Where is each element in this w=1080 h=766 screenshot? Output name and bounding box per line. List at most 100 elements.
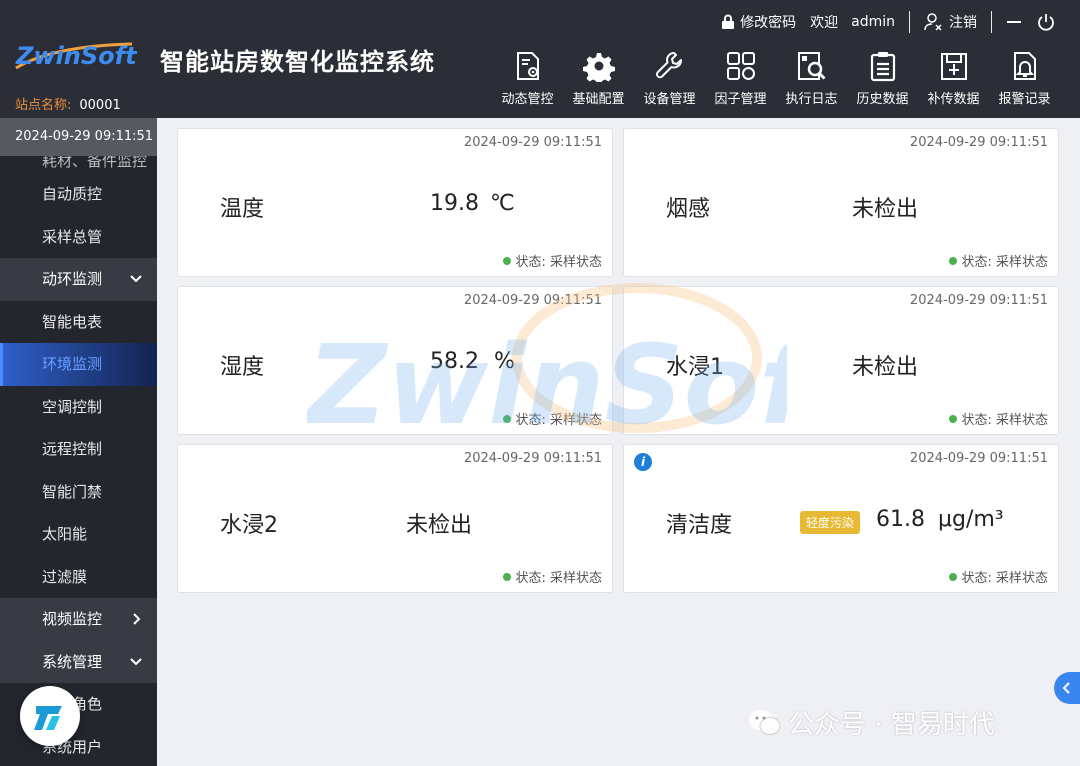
nav-label: 动态管控 bbox=[501, 92, 554, 107]
logout-label: 注销 bbox=[949, 15, 977, 31]
nav-alarm-records[interactable]: 报警记录 bbox=[989, 50, 1060, 107]
nav-history-data[interactable]: 历史数据 bbox=[847, 50, 918, 107]
change-password-link[interactable]: 修改密码 bbox=[721, 12, 796, 32]
card-status-label: 状态: 采样状态 bbox=[515, 255, 602, 270]
card-status-label: 状态: 采样状态 bbox=[515, 413, 602, 428]
card-timestamp: 2024-09-29 09:11:51 bbox=[463, 451, 602, 466]
sidebar-item-label: 耗材、备件监控 bbox=[42, 156, 148, 170]
divider bbox=[909, 11, 910, 33]
chevron-left-icon bbox=[1062, 682, 1070, 694]
status-dot bbox=[949, 256, 958, 265]
card-value: 未检出 bbox=[852, 355, 919, 380]
sensor-card-water-leak-2: 2024-09-29 09:11:51 水浸2 未检出 状态: 采样状态 bbox=[177, 444, 613, 593]
sidebar-item-environment[interactable]: 环境监测 bbox=[0, 343, 157, 386]
sensor-card-smoke: 2024-09-29 09:11:51 烟感 未检出 状态: 采样状态 bbox=[623, 128, 1059, 277]
nav-basic-config[interactable]: 基础配置 bbox=[563, 50, 634, 107]
log-search-icon bbox=[797, 52, 826, 80]
card-status-label: 状态: 采样状态 bbox=[961, 571, 1048, 586]
card-status-label: 状态: 采样状态 bbox=[961, 255, 1048, 270]
sidebar-item-ac-control[interactable]: 空调控制 bbox=[0, 386, 157, 429]
change-password-label: 修改密码 bbox=[740, 15, 797, 31]
sidebar-item-smart-meter[interactable]: 智能电表 bbox=[0, 301, 157, 344]
minimize-button[interactable] bbox=[1006, 14, 1022, 30]
upload-data-icon bbox=[940, 53, 967, 80]
power-button[interactable] bbox=[1036, 12, 1056, 32]
card-status: 状态: 采样状态 bbox=[503, 567, 602, 586]
pollution-level-badge: 轻度污染 bbox=[800, 511, 861, 534]
sidebar-item-label: 空调控制 bbox=[42, 397, 103, 416]
status-dot bbox=[949, 572, 958, 581]
nav-label: 补传数据 bbox=[927, 92, 980, 107]
card-sensor-name: 水浸1 bbox=[666, 355, 724, 380]
nav-device-management[interactable]: 设备管理 bbox=[634, 50, 705, 107]
card-sensor-name: 湿度 bbox=[220, 355, 265, 380]
sidebar-item-label: 动环监测 bbox=[42, 270, 103, 288]
card-unit: % bbox=[494, 349, 515, 374]
minimize-icon bbox=[1007, 21, 1021, 23]
nav-label: 因子管理 bbox=[714, 92, 767, 107]
status-dot bbox=[503, 572, 512, 581]
card-value: 61.8 bbox=[876, 507, 925, 532]
sidebar-item-consumables[interactable]: 耗材、备件监控 bbox=[0, 156, 157, 173]
site-label: 站点名称: bbox=[15, 98, 72, 113]
sidebar-item-label: 智能门禁 bbox=[42, 482, 103, 501]
system-title: 智能站房数智化监控系统 bbox=[160, 48, 435, 76]
sidebar-item-label: 采样总管 bbox=[42, 227, 103, 246]
power-icon bbox=[1038, 14, 1054, 31]
alarm-bell-icon bbox=[1013, 52, 1036, 80]
wechat-icon bbox=[749, 709, 781, 735]
status-dot bbox=[503, 256, 512, 265]
card-sensor-name: 清洁度 bbox=[666, 513, 733, 538]
nav-label: 执行日志 bbox=[785, 92, 838, 107]
card-value: 未检出 bbox=[406, 513, 473, 538]
sidebar-item-label: 系统管理 bbox=[42, 652, 103, 671]
card-timestamp: 2024-09-29 09:11:51 bbox=[463, 293, 602, 308]
sidebar-item-remote-control[interactable]: 远程控制 bbox=[0, 428, 157, 471]
sidebar-item-sampling-main[interactable]: 采样总管 bbox=[0, 216, 157, 259]
sensor-card-humidity: 2024-09-29 09:11:51 湿度 58.2 % 状态: 采样状态 bbox=[177, 286, 613, 435]
card-sensor-name: 烟感 bbox=[666, 197, 711, 222]
sidebar-item-label: 环境监测 bbox=[42, 355, 103, 373]
sidebar-item-filter-membrane[interactable]: 过滤膜 bbox=[0, 556, 157, 599]
nav-factor-management[interactable]: 因子管理 bbox=[705, 50, 776, 107]
top-nav: 动态管控 基础配置 设备管理 因子管理 执行日志 历史数据 补传数据 报警记录 bbox=[492, 50, 1060, 107]
user-logout-icon bbox=[924, 13, 942, 31]
sidebar-item-auto-qc[interactable]: 自动质控 bbox=[0, 173, 157, 216]
site-value: 00001 bbox=[79, 98, 121, 113]
sensor-card-cleanliness: i 2024-09-29 09:11:51 清洁度 轻度污染 61.8 μg/m… bbox=[623, 444, 1059, 593]
wechat-caption-text: 公众号 · 智易时代 bbox=[788, 710, 995, 740]
sidebar-item-label: 太阳能 bbox=[42, 525, 88, 543]
zwinsoft-logo: ZwinSoft bbox=[15, 42, 138, 70]
info-icon[interactable]: i bbox=[634, 453, 652, 471]
welcome-user: 欢迎 admin bbox=[810, 12, 895, 32]
sensor-card-temperature: 2024-09-29 09:11:51 温度 19.8 ℃ 状态: 采样状态 bbox=[177, 128, 613, 277]
card-status: 状态: 采样状态 bbox=[949, 567, 1048, 586]
chevron-down-icon bbox=[130, 657, 142, 665]
logout-button[interactable]: 注销 bbox=[924, 12, 977, 32]
card-timestamp: 2024-09-29 09:11:51 bbox=[909, 135, 1048, 150]
nav-label: 设备管理 bbox=[643, 92, 696, 107]
dynamic-control-icon bbox=[516, 52, 539, 80]
sidebar-group-video[interactable]: 视频监控 bbox=[0, 598, 157, 641]
nav-resend-data[interactable]: 补传数据 bbox=[918, 50, 989, 107]
nav-execution-log[interactable]: 执行日志 bbox=[776, 50, 847, 107]
sidebar-item-label: 视频监控 bbox=[42, 610, 103, 628]
floating-app-button[interactable] bbox=[20, 686, 80, 746]
card-value: 未检出 bbox=[852, 197, 919, 222]
chevron-down-icon bbox=[130, 275, 142, 283]
sidebar-item-label: 自动质控 bbox=[42, 185, 103, 203]
sidebar-item-solar[interactable]: 太阳能 bbox=[0, 513, 157, 556]
top-bar: 修改密码 欢迎 admin 注销 bbox=[721, 8, 1056, 36]
wrench-icon bbox=[655, 52, 682, 79]
nav-dynamic-control[interactable]: 动态管控 bbox=[492, 50, 563, 107]
card-status: 状态: 采样状态 bbox=[503, 409, 602, 428]
card-timestamp: 2024-09-29 09:11:51 bbox=[463, 135, 602, 150]
app-logo-icon bbox=[34, 706, 62, 730]
collapse-panel-button[interactable] bbox=[1054, 672, 1080, 704]
sidebar-group-env-monitoring[interactable]: 动环监测 bbox=[0, 258, 157, 301]
sidebar-group-system[interactable]: 系统管理 bbox=[0, 640, 157, 683]
sidebar-item-access-control[interactable]: 智能门禁 bbox=[0, 471, 157, 514]
gear-icon bbox=[582, 53, 615, 82]
card-sensor-name: 水浸2 bbox=[220, 513, 278, 538]
card-timestamp: 2024-09-29 09:11:51 bbox=[909, 451, 1048, 466]
